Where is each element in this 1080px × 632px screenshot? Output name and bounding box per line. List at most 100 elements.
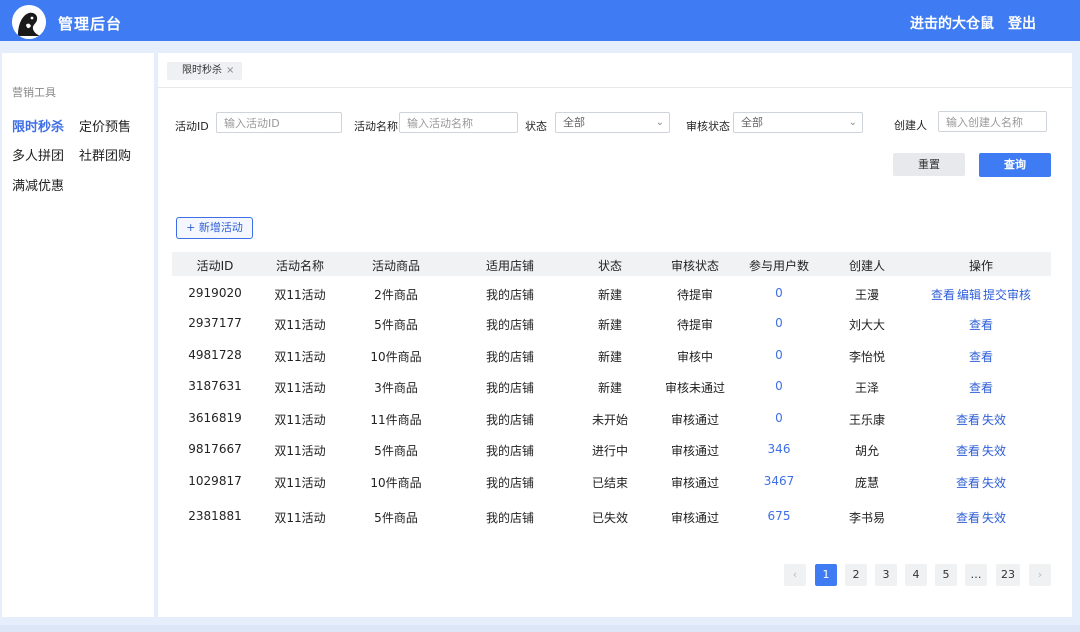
submit-review-link[interactable]: 提交审核 — [983, 288, 1031, 302]
page-button-1[interactable]: 1 — [815, 564, 837, 586]
creator-cell: 庞慧 — [854, 476, 880, 490]
invalidate-link[interactable]: 失效 — [982, 413, 1006, 427]
user-count-cell[interactable]: 0 — [775, 286, 783, 300]
query-button[interactable]: 查询 — [979, 153, 1051, 177]
review-status-label: 审核状态 — [686, 120, 730, 133]
view-link[interactable]: 查看 — [931, 288, 955, 302]
review-status-select-value: 全部 — [741, 116, 763, 129]
view-link[interactable]: 查看 — [956, 413, 980, 427]
table-row: 2919020 双11活动 2件商品 我的店铺 新建 待提审 0 王漫 查看 编辑 提交审核 — [158, 282, 1072, 306]
add-activity-button[interactable]: + 新增活动 — [176, 217, 253, 239]
view-link[interactable]: 查看 — [969, 350, 993, 364]
table-row: 4981728 双11活动 10件商品 我的店铺 新建 审核中 0 李怡悦 查看 — [158, 344, 1072, 368]
sidebar-item-flash-sale[interactable]: 限时秒杀 — [12, 116, 64, 135]
page-button-3[interactable]: 3 — [875, 564, 897, 586]
creator-cell: 王漫 — [854, 288, 880, 302]
invalidate-link[interactable]: 失效 — [982, 476, 1006, 490]
review-status-cell: 待提审 — [676, 318, 714, 332]
review-status-select[interactable]: 全部 ⌄ — [733, 112, 863, 133]
activity-id-cell: 2919020 — [188, 286, 242, 300]
user-count-cell[interactable]: 675 — [768, 509, 791, 523]
status-cell: 新建 — [597, 318, 623, 332]
page-button-23[interactable]: 23 — [996, 564, 1020, 586]
status-cell: 新建 — [597, 381, 623, 395]
shop-cell: 我的店铺 — [485, 288, 535, 302]
creator-input[interactable]: 输入创建人名称 — [938, 111, 1047, 132]
review-status-cell: 审核通过 — [670, 511, 720, 525]
goods-cell: 5件商品 — [374, 444, 418, 458]
prev-page-button[interactable]: ‹ — [784, 564, 806, 586]
activity-id-cell: 3616819 — [188, 411, 242, 425]
activity-id-cell: 3187631 — [188, 379, 242, 393]
goods-cell: 10件商品 — [370, 350, 422, 364]
reset-button[interactable]: 重置 — [893, 153, 965, 176]
activity-name-cell: 双11活动 — [274, 381, 326, 395]
status-cell: 新建 — [597, 288, 623, 302]
page-button-4[interactable]: 4 — [905, 564, 927, 586]
row-actions: 查看 — [968, 316, 994, 333]
user-count-cell[interactable]: 3467 — [764, 474, 795, 488]
shop-cell: 我的店铺 — [485, 511, 535, 525]
goods-cell: 5件商品 — [374, 511, 418, 525]
user-count-cell[interactable]: 0 — [775, 379, 783, 393]
creator-cell: 王乐康 — [848, 413, 886, 427]
status-select[interactable]: 全部 ⌄ — [555, 112, 670, 133]
view-link[interactable]: 查看 — [956, 444, 980, 458]
table-row: 3616819 双11活动 11件商品 我的店铺 未开始 审核通过 0 王乐康 查看 失效 — [158, 407, 1072, 431]
column-header: 审核状态 — [670, 259, 720, 273]
table-row: 2381881 双11活动 5件商品 我的店铺 已失效 审核通过 675 李书易 查看 失效 — [158, 505, 1072, 529]
column-header: 活动商品 — [371, 259, 421, 273]
activity-id-input[interactable]: 输入活动ID — [216, 112, 342, 133]
shop-cell: 我的店铺 — [485, 381, 535, 395]
hamster-logo-icon — [12, 5, 46, 39]
chevron-down-icon: ⌄ — [655, 117, 664, 128]
row-actions: 查看 — [968, 379, 994, 396]
next-page-button[interactable]: › — [1029, 564, 1051, 586]
edit-link[interactable]: 编辑 — [957, 288, 981, 302]
user-count-cell[interactable]: 346 — [768, 442, 791, 456]
goods-cell: 3件商品 — [374, 381, 418, 395]
goods-cell: 5件商品 — [374, 318, 418, 332]
chevron-down-icon: ⌄ — [848, 117, 857, 128]
sidebar-item-community-buy[interactable]: 社群团购 — [79, 145, 131, 164]
sidebar-item-discount[interactable]: 满减优惠 — [12, 175, 64, 194]
status-label: 状态 — [525, 120, 547, 133]
view-link[interactable]: 查看 — [969, 318, 993, 332]
view-link[interactable]: 查看 — [956, 511, 980, 525]
shop-cell: 我的店铺 — [485, 413, 535, 427]
sidebar-item-group-buy[interactable]: 多人拼团 — [12, 145, 64, 164]
activity-id-cell: 9817667 — [188, 442, 242, 456]
username[interactable]: 进击的大仓鼠 — [910, 13, 994, 33]
user-count-cell[interactable]: 0 — [775, 348, 783, 362]
column-header: 适用店铺 — [485, 259, 535, 273]
logo-avatar[interactable] — [12, 5, 46, 39]
status-cell: 新建 — [597, 350, 623, 364]
creator-cell: 李怡悦 — [848, 350, 886, 364]
user-count-cell[interactable]: 0 — [775, 411, 783, 425]
page-ellipsis: … — [965, 564, 987, 586]
sidebar-item-presale[interactable]: 定价预售 — [79, 116, 131, 135]
row-actions: 查看 失效 — [955, 474, 1007, 491]
tab-flash-sale[interactable]: 限时秒杀 × — [167, 62, 243, 80]
review-status-cell: 审核中 — [676, 350, 714, 364]
invalidate-link[interactable]: 失效 — [982, 511, 1006, 525]
shop-cell: 我的店铺 — [485, 444, 535, 458]
row-actions: 查看 编辑 提交审核 — [930, 286, 1032, 303]
status-select-value: 全部 — [563, 116, 585, 129]
shop-cell: 我的店铺 — [485, 350, 535, 364]
view-link[interactable]: 查看 — [969, 381, 993, 395]
close-icon[interactable]: × — [226, 65, 234, 76]
invalidate-link[interactable]: 失效 — [982, 444, 1006, 458]
page-button-2[interactable]: 2 — [845, 564, 867, 586]
row-actions: 查看 失效 — [955, 442, 1007, 459]
activity-id-cell: 2937177 — [188, 316, 242, 330]
creator-cell: 李书易 — [848, 511, 886, 525]
app-title: 管理后台 — [58, 15, 123, 33]
status-cell: 未开始 — [591, 413, 629, 427]
view-link[interactable]: 查看 — [956, 476, 980, 490]
user-count-cell[interactable]: 0 — [775, 316, 783, 330]
activity-id-cell: 1029817 — [188, 474, 242, 488]
logout-button[interactable]: 登出 — [1008, 13, 1036, 33]
page-button-5[interactable]: 5 — [935, 564, 957, 586]
activity-name-input[interactable]: 输入活动名称 — [399, 112, 518, 133]
